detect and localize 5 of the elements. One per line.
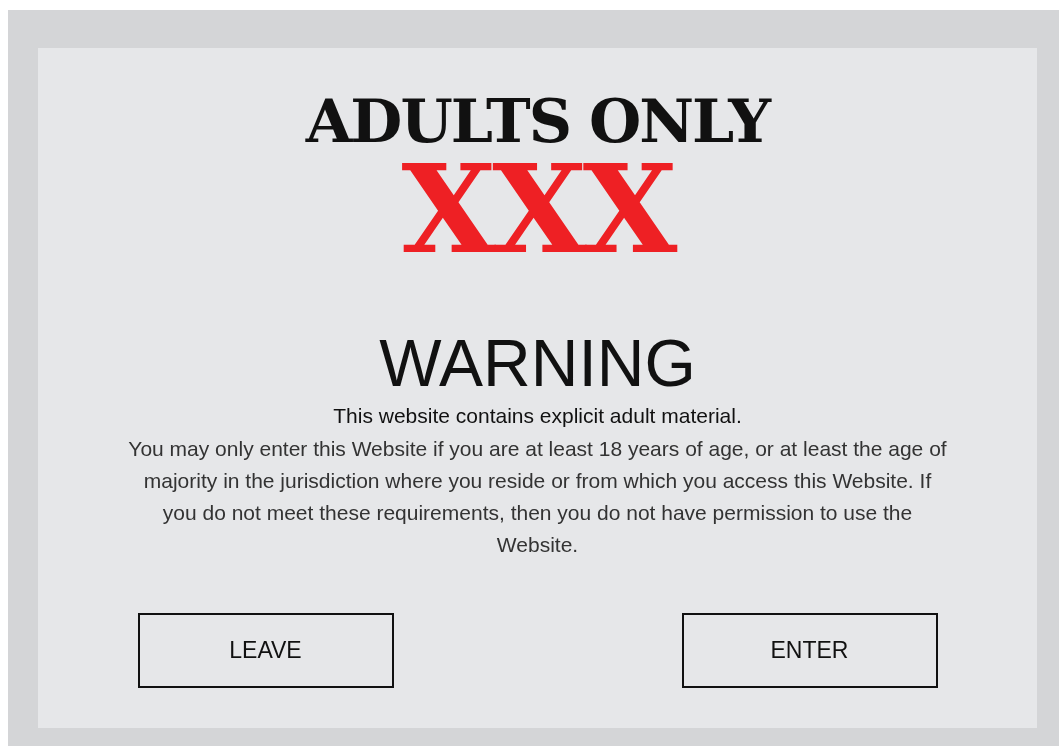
warning-lead: This website contains explicit adult material. [333,403,742,429]
warning-title: WARNING [379,330,696,396]
warning-text: You may only enter this Website if you are at least 18 years of age, or at least the age of majority in the jurisdiction where you reside or from which you access this Website. If you do not meet these requirements, then you do not have permission to use the Website. [127,436,948,559]
enter-button[interactable]: ENTER [681,613,938,689]
leave-button[interactable]: LEAVE [137,613,394,689]
